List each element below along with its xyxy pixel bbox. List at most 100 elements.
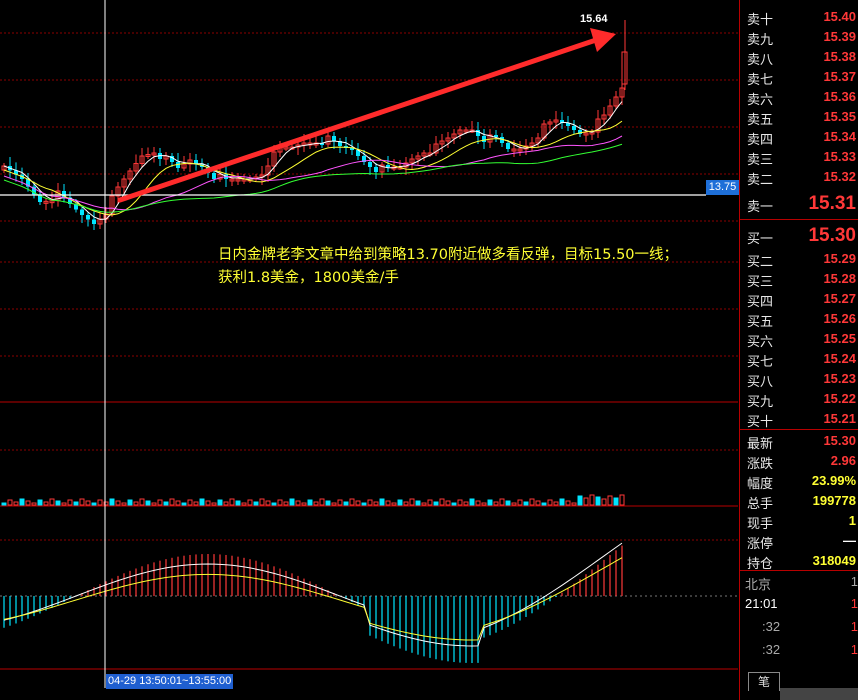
ask-row-1[interactable]: 卖一 15.31 [740, 192, 858, 215]
volume-bar [379, 498, 385, 506]
volume-bar [475, 500, 481, 506]
tick-time-right: 1 [850, 596, 858, 611]
bid-row-3[interactable]: 买三 15.28 [740, 269, 858, 290]
volume-bars [1, 494, 625, 506]
bid-row-6[interactable]: 买六 15.25 [740, 329, 858, 350]
bid-row-6-value: 15.25 [823, 331, 856, 346]
candlestick-chart[interactable] [0, 0, 738, 700]
bid-row-3-label: 买三 [747, 275, 774, 290]
bid-row-8[interactable]: 买八 15.23 [740, 369, 858, 390]
ask-row-2[interactable]: 卖二 15.32 [740, 167, 858, 188]
stat-row-2-label: 幅度 [747, 477, 774, 492]
volume-bar [277, 499, 283, 506]
volume-bar [463, 501, 469, 506]
volume-bar [223, 501, 229, 506]
volume-bar [355, 500, 361, 506]
volume-bar [361, 502, 367, 506]
bid-row-10-value: 15.21 [823, 411, 856, 426]
ask-row-10-label: 卖十 [747, 13, 774, 28]
stat-row-1[interactable]: 涨跌 2.96 [740, 451, 858, 472]
macd-histogram [3, 542, 623, 663]
volume-bar [499, 498, 505, 506]
volume-bar [265, 500, 271, 506]
bid-row-2-label: 买二 [747, 255, 774, 270]
volume-bar [301, 502, 307, 506]
volume-bar [259, 498, 265, 506]
candle-body [386, 165, 390, 167]
bid-row-8-value: 15.23 [823, 371, 856, 386]
ask-row-6-value: 15.36 [823, 89, 856, 104]
stat-row-4[interactable]: 现手 1 [740, 511, 858, 532]
stat-row-0-value: 15.30 [823, 433, 856, 448]
bid-row-4[interactable]: 买四 15.27 [740, 289, 858, 310]
ask-row-6[interactable]: 卖六 15.36 [740, 87, 858, 108]
volume-bar [565, 500, 571, 506]
bid-row-10[interactable]: 买十 15.21 [740, 409, 858, 430]
moving-averages [3, 101, 623, 220]
volume-bar [607, 495, 613, 506]
stat-row-1-label: 涨跌 [747, 457, 774, 472]
ma-line-4 [3, 143, 623, 213]
volume-bar [115, 500, 121, 506]
tab-trades[interactable]: 笔 [748, 672, 780, 691]
stat-row-5[interactable]: 涨停 — [740, 531, 858, 552]
stat-row-2[interactable]: 幅度 23.99% [740, 471, 858, 492]
ask-row-9[interactable]: 卖九 15.39 [740, 27, 858, 48]
ask-row-4[interactable]: 卖四 15.34 [740, 127, 858, 148]
volume-bar [283, 501, 289, 506]
stat-row-2-value: 23.99% [811, 473, 856, 488]
tick-row-1-right: 1 [850, 619, 858, 634]
ask-row-7[interactable]: 卖七 15.37 [740, 67, 858, 88]
stat-row-3-value: 199778 [812, 493, 856, 508]
volume-bar [415, 500, 421, 506]
volume-bar [433, 501, 439, 506]
ask-row-8-value: 15.38 [823, 49, 856, 64]
stat-row-5-value: — [843, 533, 856, 548]
bid-row-1[interactable]: 买一 15.30 [740, 224, 858, 247]
volume-bar [97, 499, 103, 506]
ask-row-2-label: 卖二 [747, 173, 774, 188]
bid-stats-divider [740, 429, 858, 430]
current-price-tag: 13.75 [706, 180, 739, 195]
candle-body [572, 126, 576, 130]
volume-bar [487, 499, 493, 506]
volume-bar [253, 501, 259, 506]
tick-scrollbar[interactable] [780, 688, 858, 700]
bid-row-7[interactable]: 买七 15.24 [740, 349, 858, 370]
stat-row-0[interactable]: 最新 15.30 [740, 431, 858, 452]
volume-bar [583, 497, 589, 506]
ask-row-8[interactable]: 卖八 15.38 [740, 47, 858, 68]
ask-row-5[interactable]: 卖五 15.35 [740, 107, 858, 128]
volume-bar [55, 500, 61, 506]
volume-bar [211, 502, 217, 506]
volume-bar [505, 500, 511, 506]
bid-row-7-value: 15.24 [823, 351, 856, 366]
volume-bar [19, 498, 25, 506]
volume-bar [193, 501, 199, 506]
bid-row-9[interactable]: 买九 15.22 [740, 389, 858, 410]
ask-row-10[interactable]: 卖十 15.40 [740, 7, 858, 28]
ask-row-5-label: 卖五 [747, 113, 774, 128]
bid-row-2[interactable]: 买二 15.29 [740, 249, 858, 270]
ask-row-3[interactable]: 卖三 15.33 [740, 147, 858, 168]
volume-bar [457, 499, 463, 506]
volume-bar [493, 501, 499, 506]
volume-bar [61, 502, 67, 506]
candle-body [506, 143, 510, 149]
ma-line-1 [3, 101, 623, 220]
trend-arrow-line [117, 37, 599, 203]
bid-row-4-value: 15.27 [823, 291, 856, 306]
volume-bar [241, 502, 247, 506]
volume-bar [373, 501, 379, 506]
bid-row-5[interactable]: 买五 15.26 [740, 309, 858, 330]
candle-body [482, 136, 486, 142]
time-range-label: 04-29 13:50:01~13:55:00 [106, 674, 234, 689]
stat-row-4-label: 现手 [747, 517, 774, 532]
volume-bar [7, 499, 13, 506]
volume-bar [31, 502, 37, 506]
stat-row-6[interactable]: 持仓 318049 [740, 551, 858, 572]
stat-row-3[interactable]: 总手 199778 [740, 491, 858, 512]
ask-row-2-value: 15.32 [823, 169, 856, 184]
bid-row-9-label: 买九 [747, 395, 774, 410]
volume-bar [619, 494, 625, 506]
